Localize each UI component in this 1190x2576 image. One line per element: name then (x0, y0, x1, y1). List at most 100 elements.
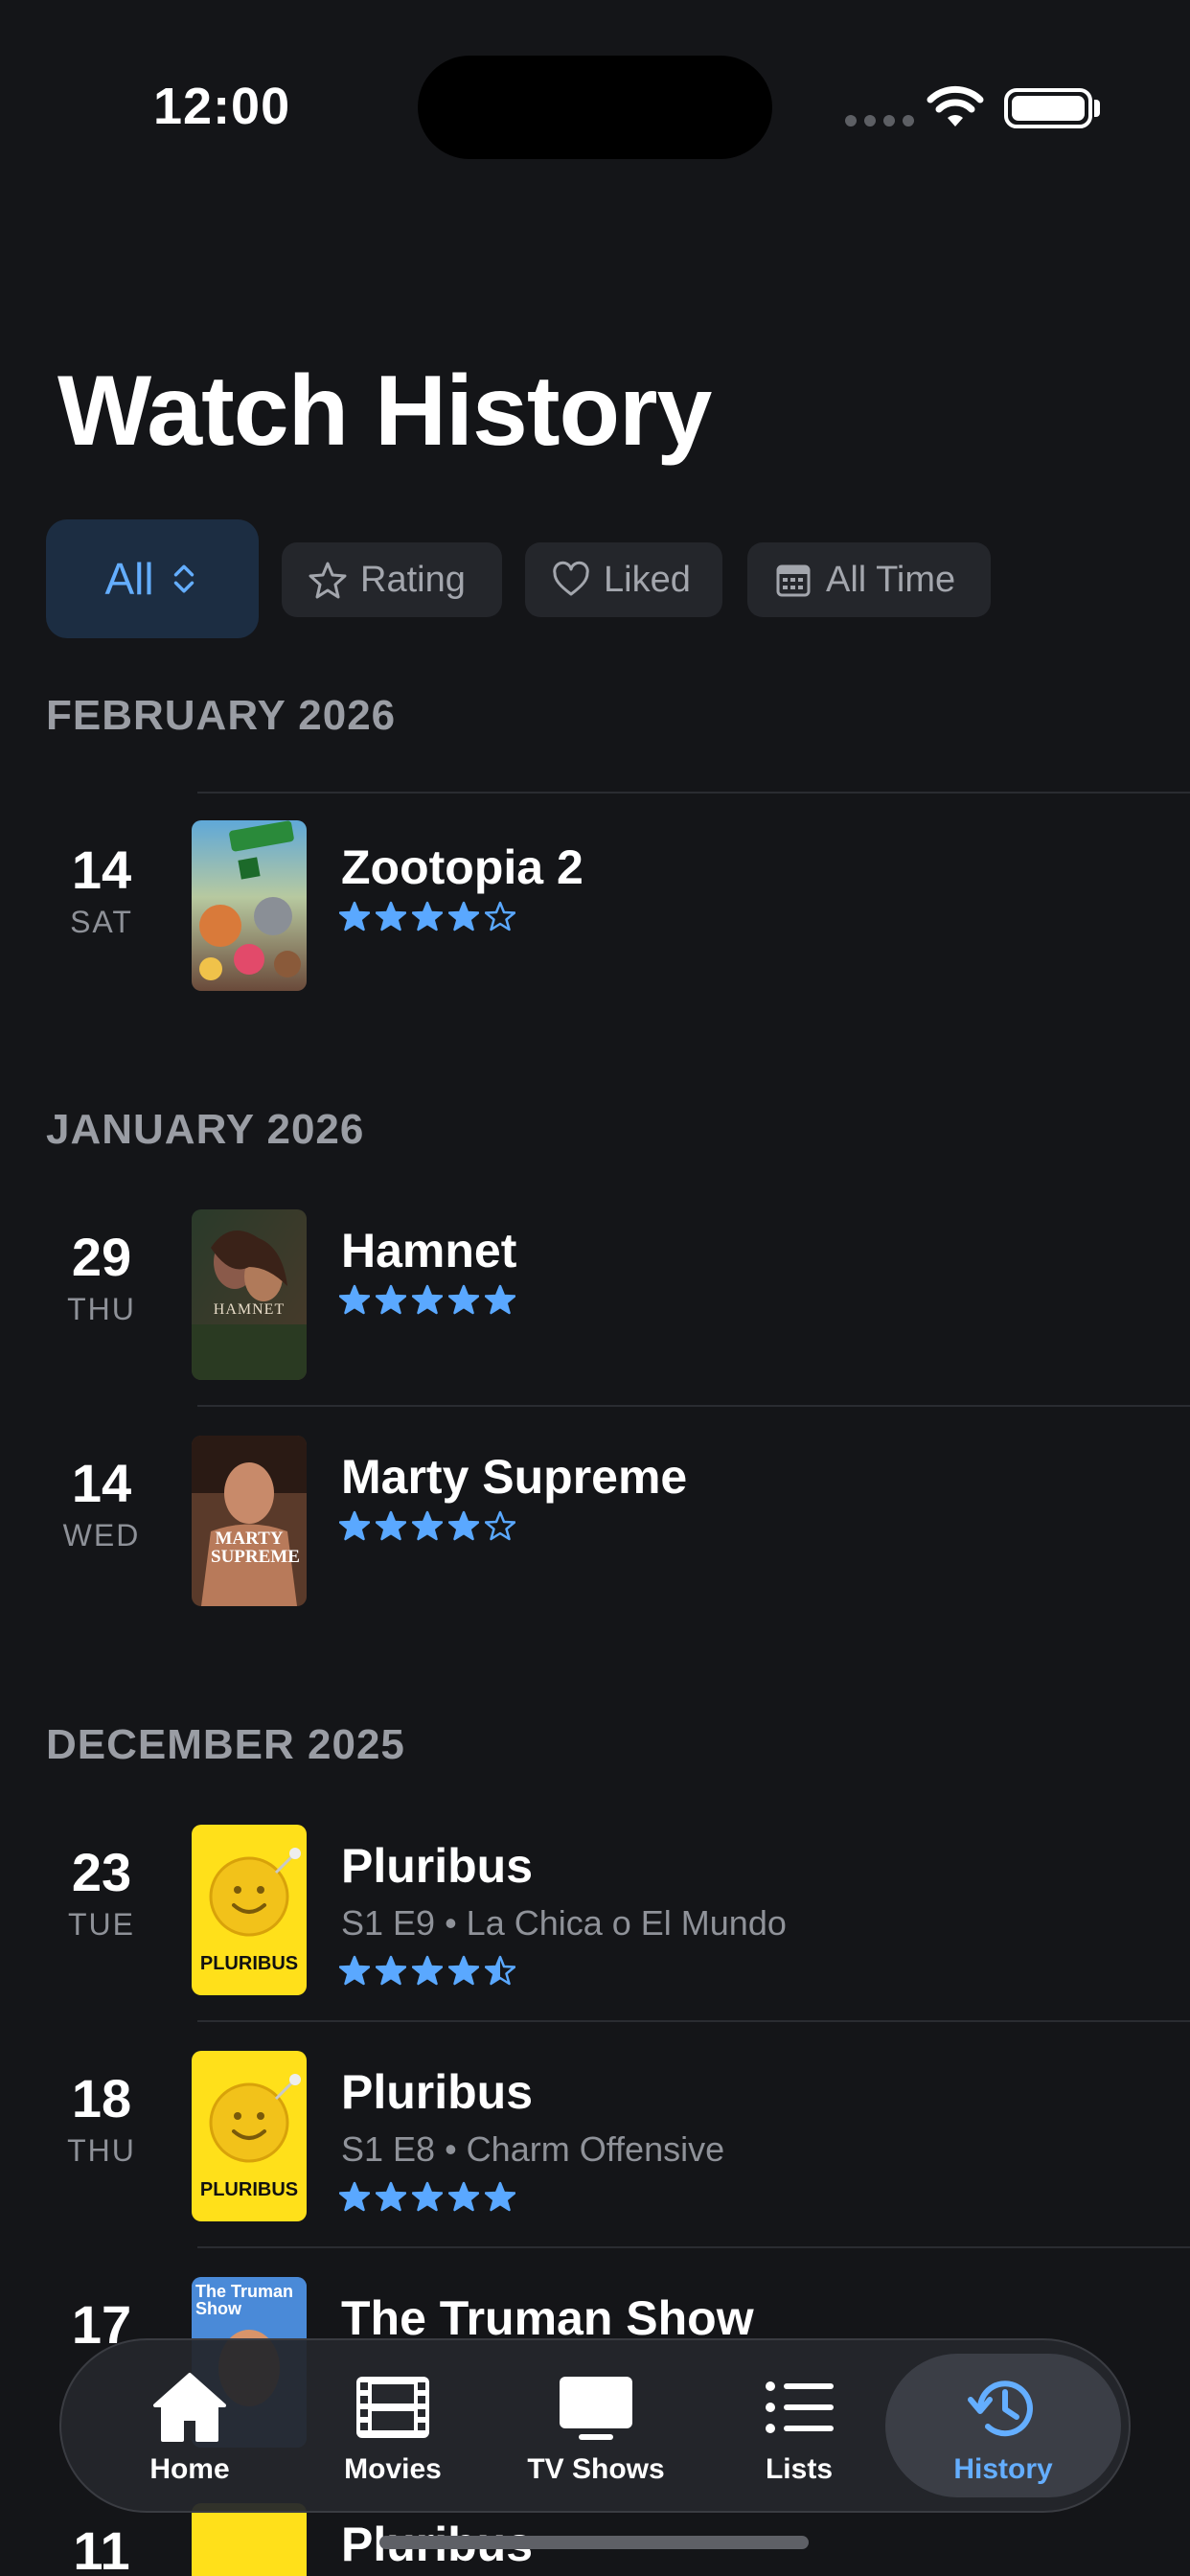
poster-pluribus: PLURIBUS (192, 2051, 307, 2221)
star-full-icon (412, 901, 443, 932)
history-row[interactable]: 23 TUE PLURIBUS Pluribus S1 E9 • La Chic… (0, 1825, 1190, 2016)
row-subtitle: S1 E9 • La Chica o El Mundo (341, 1903, 787, 1943)
month-header: DECEMBER 2025 (46, 1721, 405, 1768)
star-full-icon (448, 2181, 479, 2212)
history-row[interactable]: 18 THU PLURIBUS Pluribus S1 E8 • Charm O… (0, 2051, 1190, 2242)
history-row[interactable]: 14 WED MARTY SUPREME Marty Supreme (0, 1436, 1190, 1627)
divider (197, 792, 1190, 794)
star-full-icon (376, 1955, 406, 1986)
row-title: Zootopia 2 (341, 840, 584, 894)
poster-text: HAMNET (213, 1301, 286, 1318)
filter-time-button[interactable]: All Time (747, 542, 991, 617)
star-half-icon (485, 1955, 515, 1986)
wifi-icon (927, 85, 984, 126)
row-weekday: THU (67, 1292, 136, 1326)
poster-text: PLURIBUS (199, 2179, 299, 2200)
tab-home[interactable]: Home (84, 2354, 295, 2497)
heart-outline-icon (553, 561, 589, 596)
poster-pluribus (192, 2503, 307, 2576)
star-full-icon (339, 901, 370, 932)
rating-stars (339, 901, 515, 932)
star-full-icon (412, 2181, 443, 2212)
watch-history-screen: 12:00 Watch History All Rating Liked All… (0, 0, 1190, 2576)
tab-lists[interactable]: Lists (694, 2354, 904, 2497)
rating-stars (339, 2181, 515, 2212)
star-full-icon (448, 1510, 479, 1541)
film-icon (356, 2377, 429, 2438)
tab-bar: Home Movies TV Shows Lists History (59, 2338, 1131, 2513)
filter-time-label: All Time (826, 559, 956, 600)
filter-rating-button[interactable]: Rating (282, 542, 502, 617)
star-full-icon (412, 1955, 443, 1986)
rating-stars (339, 1955, 515, 1986)
star-full-icon (376, 901, 406, 932)
star-full-icon (412, 1284, 443, 1315)
tab-tv-label: TV Shows (527, 2453, 665, 2485)
star-empty-icon (485, 1510, 515, 1541)
tab-history-label: History (953, 2453, 1053, 2485)
poster-text: The Truman Show (195, 2282, 294, 2318)
divider (197, 2246, 1190, 2248)
row-day: 14 (71, 840, 132, 900)
star-full-icon (376, 1510, 406, 1541)
poster-pluribus: PLURIBUS (192, 1825, 307, 1995)
star-full-icon (412, 1510, 443, 1541)
tab-tv-shows[interactable]: TV Shows (491, 2354, 701, 2497)
row-day: 11 (73, 2520, 130, 2576)
divider (197, 2020, 1190, 2022)
row-title: Pluribus (341, 1839, 534, 1893)
rating-stars (339, 1510, 515, 1541)
poster-hamnet: HAMNET (192, 1209, 307, 1380)
dynamic-island (418, 56, 772, 159)
row-subtitle: S1 E8 • Charm Offensive (341, 2129, 725, 2169)
row-weekday: TUE (68, 1907, 135, 1942)
star-full-icon (448, 901, 479, 932)
star-full-icon (485, 2181, 515, 2212)
status-time: 12:00 (153, 78, 291, 135)
star-empty-icon (485, 901, 515, 932)
clock-history-icon (968, 2380, 1033, 2437)
row-day: 29 (71, 1227, 132, 1287)
row-day: 23 (71, 1842, 132, 1902)
row-weekday: THU (67, 2133, 136, 2168)
star-outline-icon (309, 562, 347, 599)
poster-text: MARTY SUPREME (211, 1529, 300, 1567)
battery-tip (1094, 100, 1100, 117)
month-header: JANUARY 2026 (46, 1106, 365, 1153)
tab-history[interactable]: History (885, 2354, 1121, 2497)
rating-stars (339, 1284, 515, 1315)
poster-text: PLURIBUS (199, 1953, 299, 1974)
star-full-icon (448, 1955, 479, 1986)
history-row[interactable]: 29 THU HAMNET Hamnet (0, 1209, 1190, 1401)
row-date: 11 (29, 2520, 174, 2576)
house-icon (153, 2373, 226, 2442)
history-row[interactable]: 14 SAT Zootopia 2 (0, 820, 1190, 1012)
row-date: 14 SAT (29, 840, 174, 940)
chevron-up-down-icon (173, 564, 194, 593)
row-date: 23 TUE (29, 1842, 174, 1943)
poster-marty-supreme: MARTY SUPREME (192, 1436, 307, 1606)
star-full-icon (376, 2181, 406, 2212)
star-full-icon (376, 1284, 406, 1315)
tab-lists-label: Lists (765, 2453, 834, 2485)
row-title: Marty Supreme (341, 1450, 688, 1504)
star-full-icon (339, 1510, 370, 1541)
star-full-icon (339, 2181, 370, 2212)
filter-liked-label: Liked (604, 559, 691, 600)
row-date: 29 THU (29, 1227, 174, 1327)
star-full-icon (448, 1284, 479, 1315)
home-indicator (379, 2536, 809, 2549)
row-weekday: SAT (70, 905, 133, 939)
filter-all-dropdown[interactable]: All (46, 519, 259, 638)
row-date: 14 WED (29, 1453, 174, 1553)
star-full-icon (339, 1284, 370, 1315)
tab-movies[interactable]: Movies (287, 2354, 498, 2497)
tv-icon (560, 2377, 632, 2440)
row-date: 18 THU (29, 2068, 174, 2169)
poster-zootopia-2 (192, 820, 307, 991)
row-title: Hamnet (341, 1224, 517, 1277)
filter-rating-label: Rating (360, 559, 466, 600)
star-full-icon (339, 1955, 370, 1986)
filter-liked-button[interactable]: Liked (525, 542, 722, 617)
month-header: FEBRUARY 2026 (46, 692, 397, 739)
